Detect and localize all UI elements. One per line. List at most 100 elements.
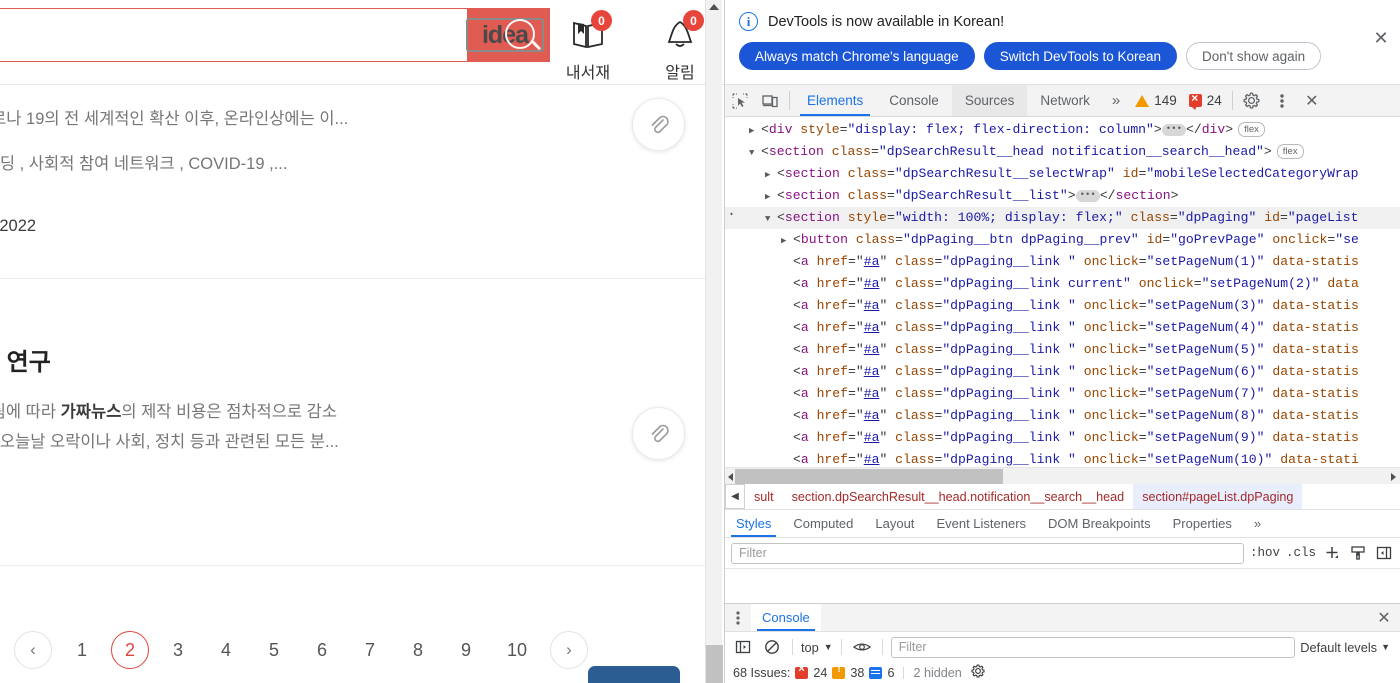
collapsed-children-icon[interactable]: ••• xyxy=(1161,123,1186,136)
dont-show-again-button[interactable]: Don't show again xyxy=(1186,42,1322,70)
close-icon[interactable]: ✕ xyxy=(1370,27,1392,49)
dom-attr-link[interactable]: #a xyxy=(864,408,880,423)
pagination-page-1[interactable]: 1 xyxy=(63,631,101,669)
tab-network[interactable]: Network xyxy=(1027,85,1103,116)
breadcrumb-item-0[interactable]: sult xyxy=(745,484,783,509)
console-levels-selector[interactable]: Default levels ▼ xyxy=(1300,640,1394,655)
collapse-arrow-icon[interactable]: ▼ xyxy=(765,208,777,230)
tab-properties[interactable]: Properties xyxy=(1162,510,1243,537)
pagination-page-3[interactable]: 3 xyxy=(159,631,197,669)
dom-attr-link[interactable]: #a xyxy=(864,276,880,291)
dom-attr-link[interactable]: #a xyxy=(864,320,880,335)
search-result-item[interactable]: 짜뉴스 규제에 관한 연구 안 인터넷이 급속도로 보급됨에 따라 가짜뉴스의 … xyxy=(0,342,710,579)
console-context-selector[interactable]: top ▼ xyxy=(801,640,833,655)
pagination-prev-button[interactable]: ‹ xyxy=(14,631,52,669)
tab-dom-breakpoints[interactable]: DOM Breakpoints xyxy=(1037,510,1162,537)
dom-node-line[interactable]: <a href="#a" class="dpPaging__link " onc… xyxy=(725,295,1400,317)
device-toolbar-icon[interactable] xyxy=(755,85,785,116)
styles-filter-input[interactable]: Filter xyxy=(731,542,1244,564)
dom-node-line[interactable]: <a href="#a" class="dpPaging__link curre… xyxy=(725,273,1400,295)
pagination-page-2[interactable]: 2 xyxy=(111,631,149,669)
scrollbar-thumb[interactable] xyxy=(735,469,1003,484)
pagination-page-7[interactable]: 7 xyxy=(351,631,389,669)
dom-node-line[interactable]: ▶ <div style="display: flex; flex-directi… xyxy=(725,119,1400,141)
expand-arrow-icon[interactable]: ▶ xyxy=(781,230,793,252)
dom-node-line[interactable]: <a href="#a" class="dpPaging__link " onc… xyxy=(725,405,1400,427)
tab-sources[interactable]: Sources xyxy=(951,85,1028,116)
dom-node-line[interactable]: ▼ <section class="dpSearchResult__head no… xyxy=(725,141,1400,163)
scroll-right-arrow-icon[interactable] xyxy=(1391,473,1396,481)
tab-layout[interactable]: Layout xyxy=(864,510,925,537)
issues-summary-bar[interactable]: 68 Issues: 24 38 6 2 hidden xyxy=(725,662,1400,683)
kebab-menu-icon[interactable] xyxy=(725,604,751,631)
dom-attr-link[interactable]: #a xyxy=(864,386,880,401)
dom-node-line[interactable]: ▼<section style="width: 100%; display: f… xyxy=(725,204,1400,230)
tab-event-listeners[interactable]: Event Listeners xyxy=(925,510,1037,537)
dom-node-line[interactable]: ▶ <button class="dpPaging__btn dpPaging__… xyxy=(725,229,1400,251)
plus-icon[interactable] xyxy=(1322,545,1342,561)
pagination-page-10[interactable]: 10 xyxy=(495,631,539,669)
dom-attr-link[interactable]: #a xyxy=(864,298,880,313)
pagination-page-9[interactable]: 9 xyxy=(447,631,485,669)
tab-computed[interactable]: Computed xyxy=(782,510,864,537)
dom-attr-link[interactable]: #a xyxy=(864,430,880,445)
dom-tree[interactable]: ▶ <div style="display: flex; flex-directi… xyxy=(725,117,1400,467)
pagination-page-5[interactable]: 5 xyxy=(255,631,293,669)
breadcrumb-item-1[interactable]: section.dpSearchResult__head.notificatio… xyxy=(783,484,1134,509)
warning-count-badge[interactable]: 149 xyxy=(1129,85,1183,116)
pagination-page-8[interactable]: 8 xyxy=(399,631,437,669)
dom-node-line[interactable]: <a href="#a" class="dpPaging__link " onc… xyxy=(725,251,1400,273)
scroll-left-arrow-icon[interactable] xyxy=(728,473,733,481)
sidebar-item-notification[interactable]: 0 알림 xyxy=(647,10,713,83)
collapsed-children-icon[interactable]: ••• xyxy=(1075,189,1100,202)
dom-attr-link[interactable]: #a xyxy=(864,452,880,467)
scroll-up-arrow-icon[interactable] xyxy=(709,4,719,10)
clear-console-icon[interactable] xyxy=(760,636,784,658)
search-result-item[interactable]: 되고 있다. 지난 2020년 코로나 19의 전 세계적인 확산 이후, 온라… xyxy=(0,104,710,274)
console-sidebar-icon[interactable] xyxy=(731,636,755,658)
breadcrumb-scroll-left-icon[interactable]: ◀ xyxy=(725,484,745,509)
dom-node-line[interactable]: <a href="#a" class="dpPaging__link " onc… xyxy=(725,449,1400,467)
dom-node-line[interactable]: <a href="#a" class="dpPaging__link " onc… xyxy=(725,383,1400,405)
dom-node-line[interactable]: ▶ <section class="dpSearchResult__list"> •… xyxy=(725,185,1400,207)
flex-badge[interactable]: flex xyxy=(1276,144,1304,160)
sidebar-item-bookshelf[interactable]: 0 내서재 xyxy=(555,10,621,83)
tab-elements[interactable]: Elements xyxy=(794,85,876,116)
clip-icon-button[interactable] xyxy=(632,407,685,460)
close-icon[interactable]: ✕ xyxy=(1374,608,1394,628)
hov-toggle[interactable]: :hov xyxy=(1250,546,1280,560)
dom-node-line[interactable]: <a href="#a" class="dpPaging__link " onc… xyxy=(725,317,1400,339)
scrollbar-thumb[interactable] xyxy=(706,645,723,683)
eye-icon[interactable] xyxy=(850,636,874,658)
dom-node-line[interactable]: <a href="#a" class="dpPaging__link " onc… xyxy=(725,361,1400,383)
panel-toggle-icon[interactable] xyxy=(1374,545,1394,561)
page-vertical-scrollbar[interactable] xyxy=(705,0,723,683)
dom-attr-link[interactable]: #a xyxy=(864,254,880,269)
pagination-next-button[interactable]: › xyxy=(550,631,588,669)
pagination-page-4[interactable]: 4 xyxy=(207,631,245,669)
pagination-page-6[interactable]: 6 xyxy=(303,631,341,669)
dom-node-line[interactable]: ▶ <section class="dpSearchResult__selectW… xyxy=(725,163,1400,185)
result-title[interactable]: 짜뉴스 규제에 관한 연구 xyxy=(0,342,710,377)
drawer-tab-console[interactable]: Console xyxy=(751,604,821,631)
expand-arrow-icon[interactable]: ▶ xyxy=(749,120,761,142)
expand-arrow-icon[interactable]: ▶ xyxy=(765,186,777,208)
primary-action-button[interactable] xyxy=(588,666,680,683)
switch-to-korean-button[interactable]: Switch DevTools to Korean xyxy=(983,42,1178,70)
dom-node-line[interactable]: <a href="#a" class="dpPaging__link " onc… xyxy=(725,427,1400,449)
close-icon[interactable]: ✕ xyxy=(1297,85,1327,116)
gear-icon[interactable] xyxy=(1237,85,1267,116)
always-match-language-button[interactable]: Always match Chrome's language xyxy=(739,42,975,70)
cls-toggle[interactable]: .cls xyxy=(1286,546,1316,560)
paintbrush-icon[interactable] xyxy=(1348,545,1368,561)
collapse-arrow-icon[interactable]: ▼ xyxy=(749,142,761,164)
dom-tree-horizontal-scrollbar[interactable] xyxy=(725,467,1400,484)
chevron-double-right-icon[interactable]: » xyxy=(1103,85,1129,116)
dom-attr-link[interactable]: #a xyxy=(864,364,880,379)
gear-icon[interactable] xyxy=(971,664,985,681)
error-count-badge[interactable]: 24 xyxy=(1183,85,1228,116)
kebab-menu-icon[interactable] xyxy=(1267,85,1297,116)
chevron-double-right-icon[interactable]: » xyxy=(1243,510,1272,537)
console-filter-input[interactable]: Filter xyxy=(890,636,1296,658)
flex-badge[interactable]: flex xyxy=(1238,122,1265,138)
